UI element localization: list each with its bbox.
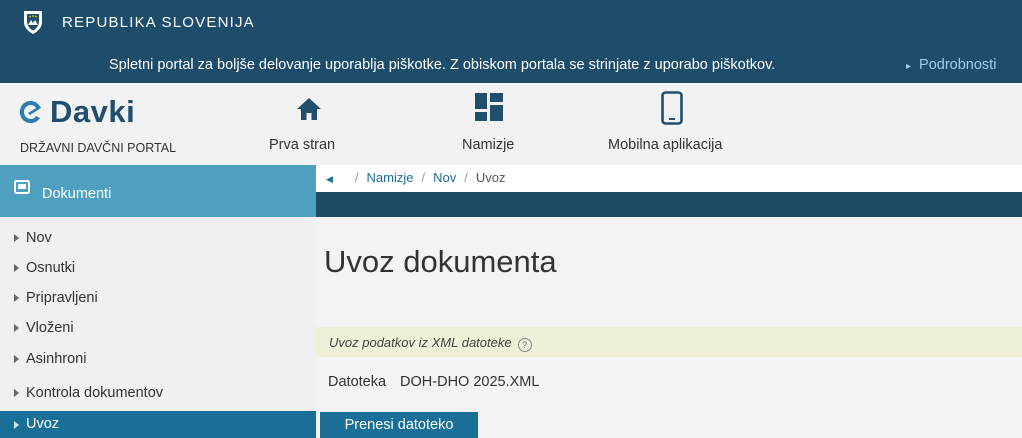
breadcrumb-current: Uvoz bbox=[475, 170, 506, 185]
upload-file-button[interactable]: Prenesi datoteko bbox=[320, 412, 478, 438]
sidebar-item-osnutki[interactable]: Osnutki bbox=[0, 254, 316, 284]
main-content: Uvoz dokumenta Uvoz podatkov iz XML dato… bbox=[316, 217, 1022, 438]
sidebar-item-label: Vloženi bbox=[26, 320, 74, 336]
info-text: Uvoz podatkov iz XML datoteke bbox=[329, 335, 512, 350]
government-header: REPUBLIKA SLOVENIJA Spletni portal za bo… bbox=[0, 0, 1022, 83]
coat-of-arms-icon bbox=[24, 11, 42, 34]
nav-home[interactable]: Prva stran bbox=[262, 83, 354, 165]
sidebar-item-asinhroni[interactable]: Asinhroni bbox=[0, 345, 316, 375]
home-icon bbox=[297, 98, 321, 120]
sidebar-item-label: Uvoz bbox=[26, 416, 60, 432]
gov-title: REPUBLIKA SLOVENIJA bbox=[62, 14, 255, 31]
caret-right-icon bbox=[14, 421, 19, 429]
caret-right-icon bbox=[14, 234, 19, 242]
info-box: Uvoz podatkov iz XML datoteke? bbox=[316, 327, 1022, 357]
mobile-phone-icon bbox=[661, 91, 683, 125]
sidebar-item-pripravljeni[interactable]: Pripravljeni bbox=[0, 284, 316, 314]
sidebar-item-label: Pripravljeni bbox=[26, 290, 98, 306]
sidebar-item-label: Nov bbox=[26, 230, 52, 246]
file-label: Datoteka bbox=[328, 374, 387, 390]
sidebar-header-label: Dokumenti bbox=[42, 186, 112, 202]
help-icon[interactable]: ? bbox=[517, 338, 532, 352]
nav-home-label: Prva stran bbox=[269, 137, 336, 153]
logo-subtitle: DRŽAVNI DAVČNI PORTAL bbox=[20, 141, 177, 155]
document-icon bbox=[14, 180, 30, 194]
caret-right-icon bbox=[14, 294, 19, 302]
file-name: DOH-DHO 2025.XML bbox=[400, 374, 540, 390]
davki-logo[interactable]: Davki bbox=[18, 92, 135, 132]
file-row: Datoteka DOH-DHO 2025.XML bbox=[328, 374, 539, 390]
cookie-details-label: Podrobnosti bbox=[919, 57, 997, 73]
sidebar-header-documents[interactable]: Dokumenti bbox=[0, 165, 316, 217]
breadcrumb-band bbox=[316, 192, 1022, 217]
chevron-right-icon: ▸ bbox=[906, 61, 912, 72]
logo-text: Davki bbox=[50, 94, 136, 129]
davki-logo-icon bbox=[20, 101, 41, 123]
page-title: Uvoz dokumenta bbox=[324, 244, 557, 279]
nav-dashboard[interactable]: Namizje bbox=[452, 83, 532, 165]
cookie-notice: Spletni portal za boljše delovanje upora… bbox=[109, 57, 776, 73]
caret-right-icon bbox=[14, 264, 19, 272]
portal-header: Davki DRŽAVNI DAVČNI PORTAL Prva stran N… bbox=[0, 83, 1022, 165]
caret-right-icon bbox=[14, 355, 19, 363]
sidebar-item-vlozeni[interactable]: Vloženi bbox=[0, 314, 316, 344]
nav-mobile-app[interactable]: Mobilna aplikacija bbox=[605, 83, 755, 165]
sidebar-item-label: Asinhroni bbox=[26, 351, 87, 367]
nav-mobile-label: Mobilna aplikacija bbox=[608, 137, 723, 153]
dashboard-icon bbox=[475, 93, 503, 121]
caret-right-icon bbox=[14, 389, 19, 397]
breadcrumb: ◀ / Namizje / Nov / Uvoz bbox=[316, 165, 1022, 192]
cookie-details-link[interactable]: ▸ Podrobnosti bbox=[906, 57, 996, 73]
sidebar-item-uvoz[interactable]: Uvoz bbox=[0, 411, 316, 438]
back-arrow-icon[interactable]: ◀ bbox=[326, 174, 333, 184]
nav-dashboard-label: Namizje bbox=[462, 137, 515, 153]
caret-right-icon bbox=[14, 324, 19, 332]
breadcrumb-namizje[interactable]: Namizje bbox=[367, 170, 414, 185]
sidebar-item-nov[interactable]: Nov bbox=[0, 224, 316, 254]
breadcrumb-nov[interactable]: Nov bbox=[433, 170, 456, 185]
sidebar-item-label: Kontrola dokumentov bbox=[26, 385, 164, 401]
sidebar-item-kontrola-dokumentov[interactable]: Kontrola dokumentov bbox=[0, 379, 316, 409]
sidebar-item-label: Osnutki bbox=[26, 260, 76, 276]
sidebar-menu: Nov Osnutki Pripravljeni Vloženi Asinhro… bbox=[0, 217, 316, 438]
